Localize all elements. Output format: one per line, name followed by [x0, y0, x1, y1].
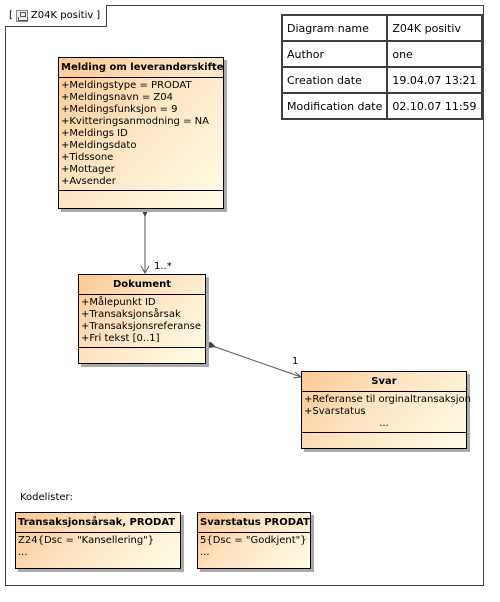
- attribute: +Mottager: [61, 164, 115, 175]
- attribute: +Svarstatus: [304, 406, 366, 417]
- attribute: +Meldings ID: [61, 128, 128, 139]
- enum-literals: Z24{Dsc = "Kansellering"} ...: [16, 533, 180, 561]
- enum-name: Svarstatus PRODAT: [198, 513, 310, 533]
- attribute: +Avsender: [61, 176, 116, 187]
- class-operations: [79, 348, 205, 356]
- class-name: Melding om leverandørskifte: [59, 58, 224, 78]
- enum-svarstatus[interactable]: Svarstatus PRODAT 5{Dsc = "Godkjent"} ..…: [197, 512, 311, 569]
- class-name: Dokument: [79, 275, 205, 295]
- attribute: +Målepunkt ID: [81, 297, 156, 308]
- class-melding-om-leverandorskifte[interactable]: Melding om leverandørskifte +Meldingstyp…: [58, 57, 224, 209]
- class-name: Svar: [302, 372, 466, 392]
- enum-name: Transaksjonsårsak, PRODAT: [16, 513, 180, 533]
- association-melding-dokument[interactable]: [140, 205, 150, 275]
- kodelister-label: Kodelister:: [20, 492, 73, 503]
- attribute: +Meldingsfunksjon = 9: [61, 104, 178, 115]
- attribute: +Referanse til orginaltransaksjon: [304, 394, 471, 405]
- more-ellipsis: ...: [379, 418, 389, 429]
- class-attributes: +Målepunkt ID +Transaksjonsårsak +Transa…: [79, 295, 205, 348]
- enum-transaksjonsarsak[interactable]: Transaksjonsårsak, PRODAT Z24{Dsc = "Kan…: [15, 512, 181, 569]
- class-svar[interactable]: Svar +Referanse til orginaltransaksjon +…: [301, 371, 471, 449]
- class-attributes: +Meldingstype = PRODAT +Meldingsnavn = Z…: [59, 78, 223, 191]
- literal: ...: [200, 547, 210, 558]
- attribute: +Kvitteringsanmodning = NA: [61, 116, 209, 127]
- literal: 5{Dsc = "Godkjent"}: [200, 535, 307, 546]
- attribute: +Meldingsnavn = Z04: [61, 92, 173, 103]
- enum-literals: 5{Dsc = "Godkjent"} ...: [198, 533, 310, 561]
- multiplicity-dokument: 1..*: [154, 261, 172, 272]
- class-dokument[interactable]: Dokument +Målepunkt ID +Transaksjonsårsa…: [78, 274, 206, 364]
- attribute: +Transaksjonsreferanse: [81, 321, 202, 332]
- multiplicity-svar: 1: [292, 356, 299, 367]
- literal: Z24{Dsc = "Kansellering"}: [18, 535, 155, 546]
- association-dokument-svar[interactable]: [203, 342, 303, 379]
- class-operations: [302, 433, 466, 441]
- attribute: +Meldingsdato: [61, 140, 137, 151]
- class-operations: [59, 191, 223, 199]
- attribute: +Fri tekst [0..1]: [81, 333, 160, 344]
- attribute: +Tidssone: [61, 152, 114, 163]
- class-attributes: +Referanse til orginaltransaksjon +Svars…: [302, 392, 471, 433]
- attribute: +Meldingstype = PRODAT: [61, 80, 192, 91]
- attribute: +Transaksjonsårsak: [81, 309, 181, 320]
- literal: ...: [18, 547, 28, 558]
